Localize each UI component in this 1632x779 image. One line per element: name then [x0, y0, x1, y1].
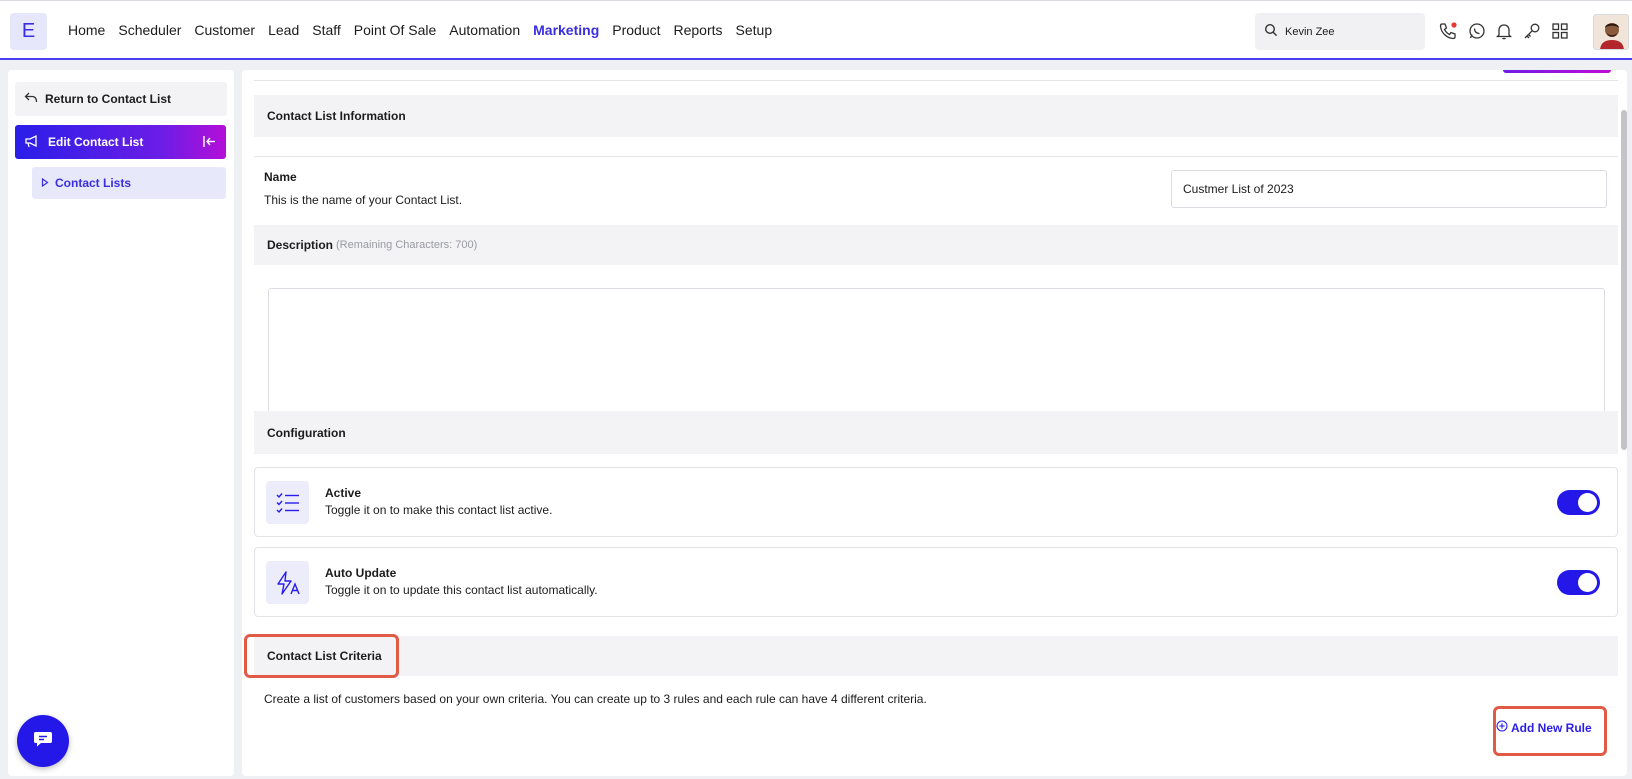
config-card-auto-update: Auto Update Toggle it on to update this … — [254, 547, 1618, 617]
chat-icon — [32, 730, 54, 753]
search-box[interactable]: Kevin Zee — [1255, 13, 1425, 50]
config-description: Toggle it on to make this contact list a… — [325, 503, 553, 517]
remaining-characters-hint: (Remaining Characters: 700) — [336, 239, 478, 251]
divider — [254, 80, 1618, 81]
active-toggle[interactable] — [1557, 490, 1600, 515]
user-avatar[interactable] — [1593, 14, 1629, 50]
collapse-sidebar-icon[interactable] — [202, 134, 217, 152]
nav-home[interactable]: Home — [68, 22, 105, 38]
edit-contact-list-item[interactable]: Edit Contact List — [15, 125, 226, 159]
divider — [254, 156, 1618, 157]
criteria-description: Create a list of customers based on your… — [264, 692, 927, 706]
nav-marketing[interactable]: Marketing — [533, 22, 599, 38]
name-input-value: Custmer List of 2023 — [1183, 182, 1294, 196]
whatsapp-icon[interactable] — [1467, 21, 1487, 41]
add-rule-highlight — [1493, 706, 1607, 756]
criteria-title-highlight — [244, 634, 399, 678]
chat-support-button[interactable] — [17, 715, 69, 767]
config-description: Toggle it on to update this contact list… — [325, 583, 598, 597]
nav-product[interactable]: Product — [612, 22, 660, 38]
name-input[interactable]: Custmer List of 2023 — [1171, 170, 1607, 208]
nav-setup[interactable]: Setup — [736, 22, 773, 38]
auto-update-toggle[interactable] — [1557, 570, 1600, 595]
caret-right-icon — [41, 176, 49, 190]
configuration-header: Configuration — [254, 411, 1618, 454]
phone-icon[interactable] — [1438, 21, 1458, 41]
sidebar: Return to Contact List Edit Contact List… — [8, 70, 234, 776]
app-logo[interactable]: E — [10, 13, 47, 50]
return-to-contact-list-button[interactable]: Return to Contact List — [15, 82, 227, 116]
config-title: Active — [325, 486, 362, 500]
nav-automation[interactable]: Automation — [449, 22, 520, 38]
main-nav: Home Scheduler Customer Lead Staff Point… — [68, 1, 772, 59]
config-title: Auto Update — [325, 566, 397, 580]
megaphone-icon — [24, 134, 40, 151]
contact-list-criteria-header: Contact List Criteria — [254, 636, 1618, 676]
search-icon — [1264, 23, 1278, 40]
description-label: Description — [267, 238, 334, 252]
auto-flash-icon — [266, 561, 309, 604]
return-label: Return to Contact List — [45, 92, 171, 106]
sidebar-item-contact-lists[interactable]: Contact Lists — [32, 167, 226, 199]
name-label: Name — [264, 170, 297, 184]
main-scrollbar[interactable] — [1621, 108, 1627, 758]
main-content: Contact List Information Name This is th… — [242, 70, 1627, 776]
scrollbar-thumb[interactable] — [1621, 110, 1627, 450]
key-icon[interactable] — [1522, 21, 1542, 41]
description-header: Description (Remaining Characters: 700) — [254, 225, 1618, 265]
save-button-edge[interactable] — [1503, 70, 1611, 73]
edit-label: Edit Contact List — [48, 135, 144, 149]
section-title: Contact List Information — [267, 109, 406, 123]
grid-icon[interactable] — [1550, 21, 1570, 41]
contact-list-information-header: Contact List Information — [254, 95, 1618, 137]
contact-lists-label: Contact Lists — [55, 176, 132, 190]
nav-point-of-sale[interactable]: Point Of Sale — [354, 22, 437, 38]
nav-reports[interactable]: Reports — [674, 22, 723, 38]
nav-scheduler[interactable]: Scheduler — [118, 22, 181, 38]
name-help-text: This is the name of your Contact List. — [264, 193, 463, 207]
nav-lead[interactable]: Lead — [268, 22, 299, 38]
section-title: Configuration — [267, 425, 346, 440]
description-textarea[interactable] — [268, 288, 1605, 413]
bell-icon[interactable] — [1494, 21, 1514, 41]
nav-customer[interactable]: Customer — [194, 22, 255, 38]
nav-staff[interactable]: Staff — [312, 22, 341, 38]
search-value: Kevin Zee — [1285, 25, 1335, 38]
top-navigation-bar: E Home Scheduler Customer Lead Staff Poi… — [0, 0, 1632, 60]
checklist-icon — [266, 481, 309, 524]
back-arrow-icon — [24, 92, 38, 107]
config-card-active: Active Toggle it on to make this contact… — [254, 467, 1618, 537]
